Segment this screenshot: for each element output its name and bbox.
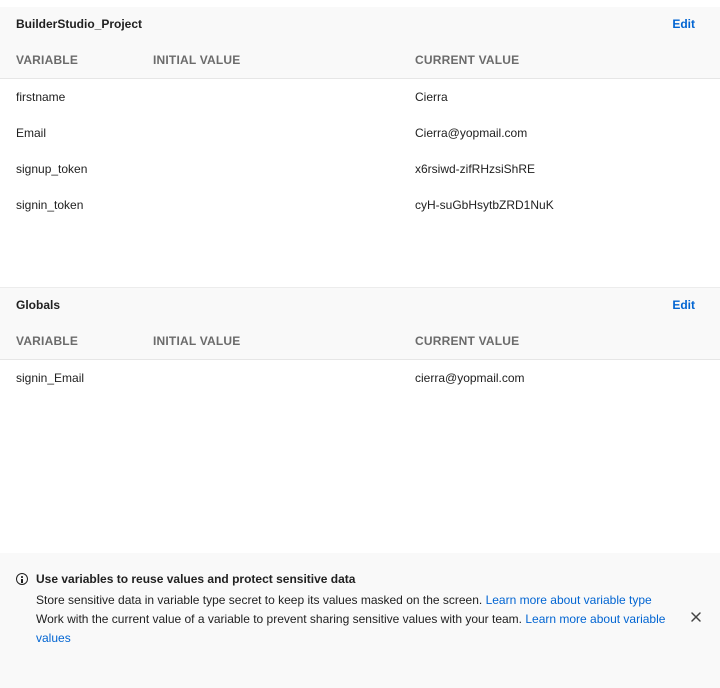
learn-more-variable-type-link[interactable]: Learn more about variable type xyxy=(486,593,652,607)
globals-column-header: VARIABLE INITIAL VALUE CURRENT VALUE xyxy=(0,322,720,360)
environment-header: BuilderStudio_Project Edit xyxy=(0,7,720,41)
current-value: cyH-suGbHsytbZRD1NuK xyxy=(415,198,554,212)
variables-info-banner: Use variables to reuse values and protec… xyxy=(0,553,720,688)
banner-line1-text: Store sensitive data in variable type se… xyxy=(36,593,486,607)
globals-edit-link[interactable]: Edit xyxy=(672,298,695,312)
environment-column-header: VARIABLE INITIAL VALUE CURRENT VALUE xyxy=(0,41,720,79)
banner-title: Use variables to reuse values and protec… xyxy=(36,572,356,586)
current-value: Cierra@yopmail.com xyxy=(415,126,528,140)
environment-section: BuilderStudio_Project Edit VARIABLE INIT… xyxy=(0,7,720,288)
table-row[interactable]: signup_token x6rsiwd-zifRHzsiShRE xyxy=(0,151,720,187)
table-row[interactable]: firstname Cierra xyxy=(0,79,720,115)
variable-name: signin_token xyxy=(16,198,84,212)
current-value: x6rsiwd-zifRHzsiShRE xyxy=(415,162,536,176)
column-variable: VARIABLE xyxy=(16,52,79,67)
column-current-value: CURRENT VALUE xyxy=(415,52,520,67)
current-value: cierra@yopmail.com xyxy=(415,371,525,385)
table-row[interactable]: Email Cierra@yopmail.com xyxy=(0,115,720,151)
banner-body: Store sensitive data in variable type se… xyxy=(36,591,676,648)
column-variable: VARIABLE xyxy=(16,333,79,348)
column-initial-value: INITIAL VALUE xyxy=(153,333,241,348)
variable-name: firstname xyxy=(16,90,66,104)
globals-title: Globals xyxy=(16,298,61,312)
variable-name: signup_token xyxy=(16,162,88,176)
column-current-value: CURRENT VALUE xyxy=(415,333,520,348)
globals-section: Globals Edit VARIABLE INITIAL VALUE CURR… xyxy=(0,288,720,560)
variable-name: signin_Email xyxy=(16,371,85,385)
close-icon[interactable] xyxy=(689,610,703,624)
environment-edit-link[interactable]: Edit xyxy=(672,17,695,31)
column-initial-value: INITIAL VALUE xyxy=(153,52,241,67)
table-row[interactable]: signin_Email cierra@yopmail.com xyxy=(0,360,720,396)
table-row[interactable]: signin_token cyH-suGbHsytbZRD1NuK xyxy=(0,187,720,223)
globals-header: Globals Edit xyxy=(0,288,720,322)
environment-title: BuilderStudio_Project xyxy=(16,17,143,31)
variable-name: Email xyxy=(16,126,47,140)
current-value: Cierra xyxy=(415,90,448,104)
info-icon xyxy=(16,573,28,585)
banner-line2-text: Work with the current value of a variabl… xyxy=(36,612,526,626)
